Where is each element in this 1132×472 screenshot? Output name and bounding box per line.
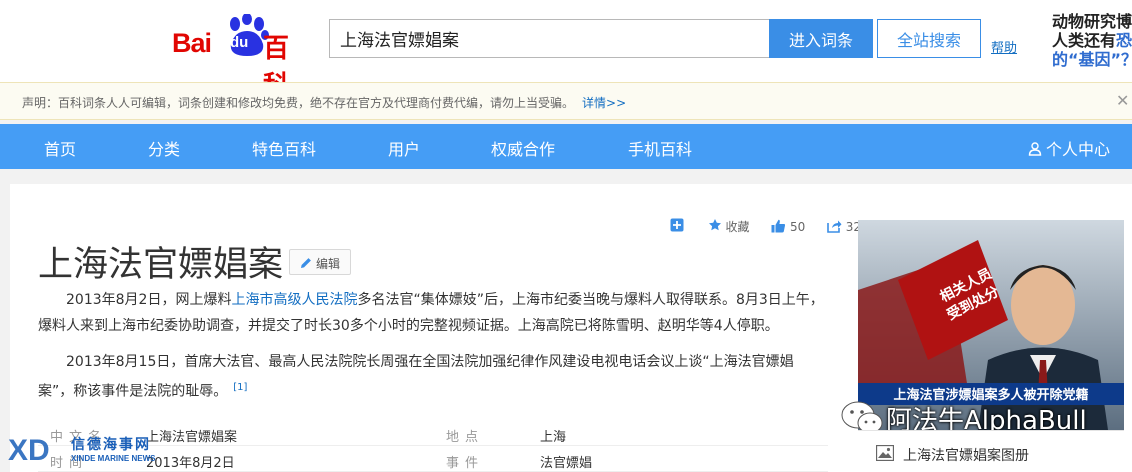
pencil-icon bbox=[301, 258, 311, 268]
court-link[interactable]: 上海市高级人民法院 bbox=[231, 292, 357, 308]
help-link[interactable]: 帮助 bbox=[991, 37, 1017, 56]
info-value: 上海 bbox=[540, 430, 567, 445]
logo-du-text: du bbox=[230, 34, 249, 51]
paragraph-1: 2013年8月2日，网上爆料上海市高级人民法院多名法官“集体嫖妓”后，上海市纪委… bbox=[38, 292, 824, 334]
notice-details-link[interactable]: 详情>> bbox=[582, 96, 626, 110]
logo-bai-text: Bai bbox=[172, 28, 212, 58]
album-caption-text: 上海法官嫖娼案图册 bbox=[903, 448, 1029, 464]
xinde-logo: XD 信德海事网 XINDE MARINE NEWS bbox=[8, 432, 170, 472]
promo-line-2: 人类还有恐 bbox=[1052, 31, 1132, 50]
share-button[interactable]: 32 bbox=[827, 219, 861, 234]
xd-mark: XD bbox=[8, 434, 50, 467]
xd-english: XINDE MARINE NEWS bbox=[71, 454, 156, 463]
star-icon bbox=[708, 219, 721, 231]
like-button[interactable]: 50 bbox=[771, 219, 805, 234]
reference-link[interactable]: [1] bbox=[233, 382, 247, 393]
share-icon bbox=[827, 220, 842, 233]
nav-item-partners[interactable]: 权威合作 bbox=[491, 136, 555, 160]
info-key: 事件 bbox=[446, 456, 485, 471]
promo-link[interactable]: 动物研究博 人类还有恐 的“基因”？ bbox=[1052, 12, 1132, 69]
user-center-link[interactable]: 个人中心 bbox=[1028, 136, 1110, 160]
page: Bai du 百科 进入词条 全站搜索 帮助 动物研究博 人类还有恐 的“基因”… bbox=[0, 0, 1132, 472]
image-icon bbox=[876, 445, 894, 461]
add-icon[interactable] bbox=[670, 218, 684, 235]
xd-chinese: 信德海事网 bbox=[71, 437, 151, 453]
album-caption[interactable]: 上海法官嫖娼案图册 bbox=[858, 430, 1124, 472]
main-nav: 首页 分类 特色百科 用户 权威合作 手机百科 个人中心 bbox=[0, 124, 1132, 169]
thumbs-up-icon bbox=[771, 219, 786, 233]
enter-entry-button[interactable]: 进入词条 bbox=[769, 19, 873, 58]
close-icon[interactable]: ✕ bbox=[1116, 91, 1129, 110]
notice-text: 声明：百科词条人人可编辑，词条创建和修改均免费，绝不存在官方及代理商付费代编，请… bbox=[22, 96, 627, 110]
nav-item-featured[interactable]: 特色百科 bbox=[252, 136, 316, 160]
header: Bai du 百科 进入词条 全站搜索 帮助 动物研究博 人类还有恐 的“基因”… bbox=[0, 0, 1132, 101]
search-input[interactable] bbox=[329, 19, 770, 58]
nav-item-category[interactable]: 分类 bbox=[148, 136, 180, 160]
site-search-button[interactable]: 全站搜索 bbox=[877, 19, 981, 58]
info-key: 地点 bbox=[446, 430, 485, 445]
article-toolbar: 收藏 50 32 bbox=[670, 218, 861, 236]
page-title: 上海法官嫖娼案 bbox=[38, 245, 284, 285]
edit-button[interactable]: 编辑 bbox=[289, 249, 351, 275]
paragraph-2: 2013年8月15日，首席大法官、最高人民法院院长周强在全国法院加强纪律作风建设… bbox=[38, 354, 794, 400]
promo-line-1: 动物研究博 bbox=[1052, 12, 1132, 31]
collect-button[interactable]: 收藏 bbox=[708, 218, 750, 235]
nav-item-home[interactable]: 首页 bbox=[44, 136, 76, 160]
promo-line-3: 的“基因”？ bbox=[1052, 50, 1132, 69]
info-value: 法官嫖娼 bbox=[540, 456, 593, 471]
nav-item-mobile[interactable]: 手机百科 bbox=[628, 136, 692, 160]
nav-item-users[interactable]: 用户 bbox=[388, 136, 420, 160]
user-icon bbox=[1028, 142, 1042, 156]
notice-bar: 声明：百科词条人人可编辑，词条创建和修改均免费，绝不存在官方及代理商付费代编，请… bbox=[0, 82, 1132, 120]
baidu-baike-logo[interactable]: Bai du 百科 bbox=[172, 14, 312, 101]
